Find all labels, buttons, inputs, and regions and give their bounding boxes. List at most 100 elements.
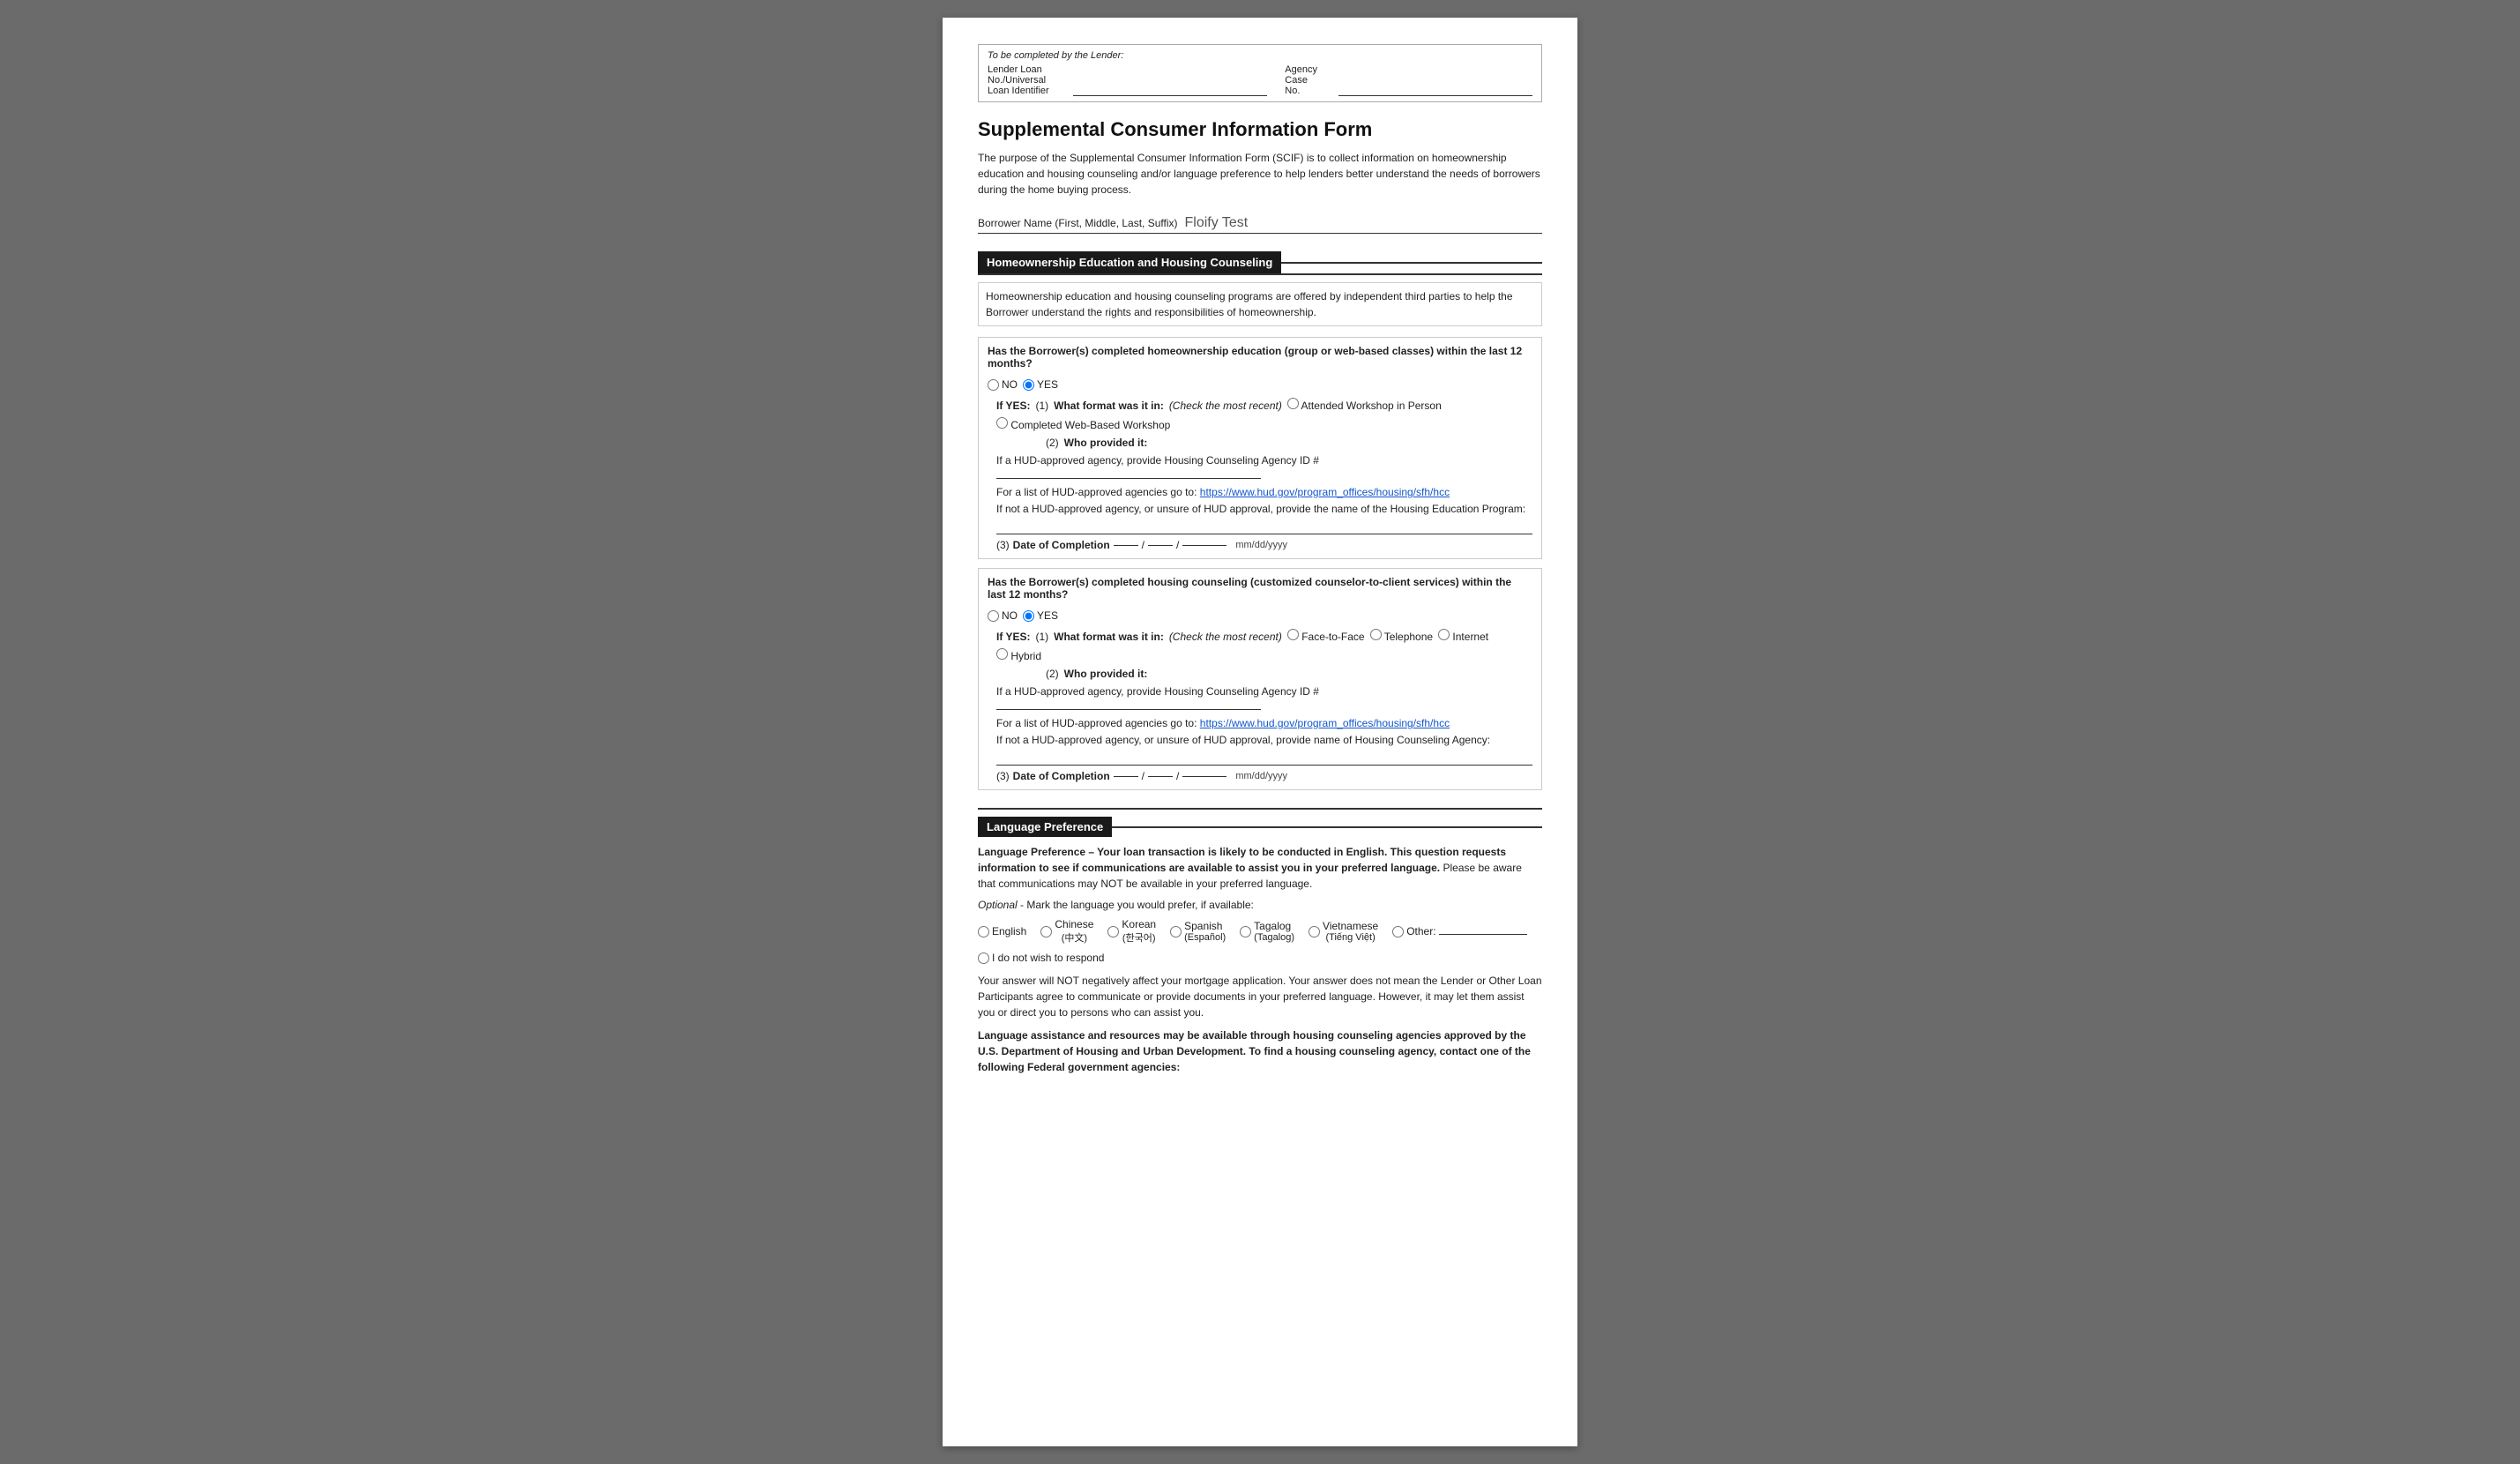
q1-program-name-field[interactable] bbox=[996, 519, 1532, 534]
q2-format-telephone-label[interactable]: Telephone bbox=[1370, 629, 1434, 643]
q2-format-row: If YES: (1) What format was it in: (Chec… bbox=[996, 629, 1532, 662]
q1-workshop-radio[interactable] bbox=[1287, 398, 1299, 409]
q1-hud-link-row: For a list of HUD-approved agencies go t… bbox=[996, 486, 1532, 498]
q1-hud-agency-row: If a HUD-approved agency, provide Housin… bbox=[996, 454, 1532, 482]
q2-telephone-radio[interactable] bbox=[1370, 629, 1382, 640]
lang-no-respond-radio[interactable] bbox=[978, 952, 989, 964]
borrower-name-label: Borrower Name (First, Middle, Last, Suff… bbox=[978, 217, 1178, 229]
form-title: Supplemental Consumer Information Form bbox=[978, 118, 1542, 141]
question2-text: Has the Borrower(s) completed housing co… bbox=[988, 576, 1532, 601]
lang-description-bold: Language Preference – Your loan transact… bbox=[978, 846, 1506, 874]
agency-case-label: Agency Case No. bbox=[1285, 64, 1317, 96]
lang-vietnamese-radio[interactable] bbox=[1308, 926, 1320, 937]
q2-agency-name-field[interactable] bbox=[996, 750, 1532, 766]
q2-radio-group: NO YES bbox=[988, 609, 1058, 622]
q2-hybrid-radio[interactable] bbox=[996, 648, 1008, 660]
language-section: Language Preference Language Preference … bbox=[978, 808, 1542, 1075]
lang-english-radio[interactable] bbox=[978, 926, 989, 937]
lang-english-label[interactable]: English bbox=[978, 925, 1026, 937]
lender-label: To be completed by the Lender: bbox=[988, 50, 1532, 61]
language-header-row: Language Preference bbox=[978, 808, 1542, 837]
lang-tagalog-radio[interactable] bbox=[1240, 926, 1251, 937]
q2-no-label[interactable]: NO bbox=[988, 609, 1018, 622]
q1-format-row: If YES: (1) What format was it in: (Chec… bbox=[996, 398, 1532, 431]
q2-yes-label[interactable]: YES bbox=[1023, 609, 1058, 622]
lang-header-line bbox=[1112, 826, 1542, 828]
lender-box: To be completed by the Lender: Lender Lo… bbox=[978, 44, 1542, 102]
lang-note: Your answer will NOT negatively affect y… bbox=[978, 973, 1542, 1020]
q1-if-yes-block: If YES: (1) What format was it in: (Chec… bbox=[996, 398, 1532, 551]
q2-date-dd[interactable] bbox=[1148, 776, 1173, 777]
lang-tagalog-label[interactable]: Tagalog(Tagalog) bbox=[1240, 920, 1294, 943]
lang-korean-label[interactable]: Korean(한국어) bbox=[1107, 918, 1156, 945]
q1-not-hud-row: If not a HUD-approved agency, or unsure … bbox=[996, 503, 1532, 534]
form-container: To be completed by the Lender: Lender Lo… bbox=[943, 18, 1577, 1446]
lang-chinese-label[interactable]: Chinese(中文) bbox=[1040, 918, 1093, 945]
optional-text: - Mark the language you would prefer, if… bbox=[1020, 899, 1254, 911]
lang-choices: English Chinese(中文) Korean(한국어) Spanish(… bbox=[978, 918, 1542, 964]
form-description: The purpose of the Supplemental Consumer… bbox=[978, 150, 1542, 198]
q1-radio-group: NO YES bbox=[988, 378, 1058, 391]
q1-provided-row: (2) Who provided it: bbox=[996, 437, 1532, 449]
question1-row: Has the Borrower(s) completed homeowners… bbox=[988, 345, 1532, 391]
q2-hud-link-row: For a list of HUD-approved agencies go t… bbox=[996, 717, 1532, 729]
q2-internet-radio[interactable] bbox=[1438, 629, 1450, 640]
q2-hud-link[interactable]: https://www.hud.gov/program_offices/hous… bbox=[1200, 717, 1450, 729]
q1-format-webbased-label[interactable]: Completed Web-Based Workshop bbox=[996, 417, 1170, 431]
q1-hud-agency-field[interactable] bbox=[996, 467, 1261, 479]
q2-hud-agency-row: If a HUD-approved agency, provide Housin… bbox=[996, 685, 1532, 713]
q2-date-mm[interactable] bbox=[1114, 776, 1138, 777]
q2-face-radio[interactable] bbox=[1287, 629, 1299, 640]
question2-block: Has the Borrower(s) completed housing co… bbox=[978, 568, 1542, 790]
agency-case-field[interactable] bbox=[1338, 64, 1532, 96]
lang-vietnamese-label[interactable]: Vietnamese(Tiếng Việt) bbox=[1308, 920, 1378, 943]
q1-webbased-radio[interactable] bbox=[996, 417, 1008, 429]
lang-other-label[interactable]: Other: bbox=[1392, 925, 1527, 937]
q2-date-row: (3) Date of Completion / / mm/dd/yyyy bbox=[996, 770, 1532, 782]
loan-id-label: Lender Loan No./Universal Loan Identifie… bbox=[988, 64, 1052, 96]
q2-if-yes-block: If YES: (1) What format was it in: (Chec… bbox=[996, 629, 1532, 782]
q2-format-face-label[interactable]: Face-to-Face bbox=[1287, 629, 1365, 643]
loan-id-field[interactable] bbox=[1073, 64, 1267, 96]
section-header-line bbox=[1281, 262, 1542, 264]
q2-yes-radio[interactable] bbox=[1023, 610, 1034, 622]
question2-row: Has the Borrower(s) completed housing co… bbox=[988, 576, 1532, 622]
q2-provided-row: (2) Who provided it: bbox=[996, 668, 1532, 680]
q2-date-yyyy[interactable] bbox=[1182, 776, 1226, 777]
lang-optional-row: Optional - Mark the language you would p… bbox=[978, 899, 1542, 911]
q1-yes-label[interactable]: YES bbox=[1023, 378, 1058, 391]
q1-format-workshop-label[interactable]: Attended Workshop in Person bbox=[1287, 398, 1442, 412]
q1-hud-link[interactable]: https://www.hud.gov/program_offices/hous… bbox=[1200, 486, 1450, 498]
lang-no-respond-label[interactable]: I do not wish to respond bbox=[978, 952, 1104, 964]
q2-not-hud-row: If not a HUD-approved agency, or unsure … bbox=[996, 734, 1532, 766]
borrower-name-value: Floify Test bbox=[1185, 215, 1542, 231]
homeownership-header-row: Homeownership Education and Housing Coun… bbox=[978, 251, 1542, 275]
optional-tag: Optional bbox=[978, 899, 1018, 911]
lang-assistance-bold: Language assistance and resources may be… bbox=[978, 1029, 1531, 1073]
lang-assistance: Language assistance and resources may be… bbox=[978, 1027, 1542, 1075]
homeownership-section-header: Homeownership Education and Housing Coun… bbox=[978, 251, 1281, 273]
q1-date-row: (3) Date of Completion / / mm/dd/yyyy bbox=[996, 539, 1532, 551]
borrower-name-row: Borrower Name (First, Middle, Last, Suff… bbox=[978, 215, 1542, 234]
lang-spanish-label[interactable]: Spanish(Español) bbox=[1170, 920, 1226, 943]
homeownership-description: Homeownership education and housing coun… bbox=[978, 282, 1542, 326]
q1-date-yyyy[interactable] bbox=[1182, 545, 1226, 546]
q1-no-radio[interactable] bbox=[988, 379, 999, 391]
lang-description: Language Preference – Your loan transact… bbox=[978, 844, 1542, 892]
q2-no-radio[interactable] bbox=[988, 610, 999, 622]
lang-spanish-radio[interactable] bbox=[1170, 926, 1182, 937]
q1-no-label[interactable]: NO bbox=[988, 378, 1018, 391]
lang-other-radio[interactable] bbox=[1392, 926, 1404, 937]
q2-format-hybrid-label[interactable]: Hybrid bbox=[996, 648, 1041, 662]
other-language-field[interactable] bbox=[1439, 934, 1527, 935]
q1-yes-radio[interactable] bbox=[1023, 379, 1034, 391]
language-section-header: Language Preference bbox=[978, 817, 1112, 837]
q2-hud-agency-field[interactable] bbox=[996, 698, 1261, 710]
q1-date-mm[interactable] bbox=[1114, 545, 1138, 546]
question1-block: Has the Borrower(s) completed homeowners… bbox=[978, 337, 1542, 559]
q2-format-internet-label[interactable]: Internet bbox=[1438, 629, 1488, 643]
lang-korean-radio[interactable] bbox=[1107, 926, 1119, 937]
lang-chinese-radio[interactable] bbox=[1040, 926, 1052, 937]
question1-text: Has the Borrower(s) completed homeowners… bbox=[988, 345, 1532, 370]
q1-date-dd[interactable] bbox=[1148, 545, 1173, 546]
